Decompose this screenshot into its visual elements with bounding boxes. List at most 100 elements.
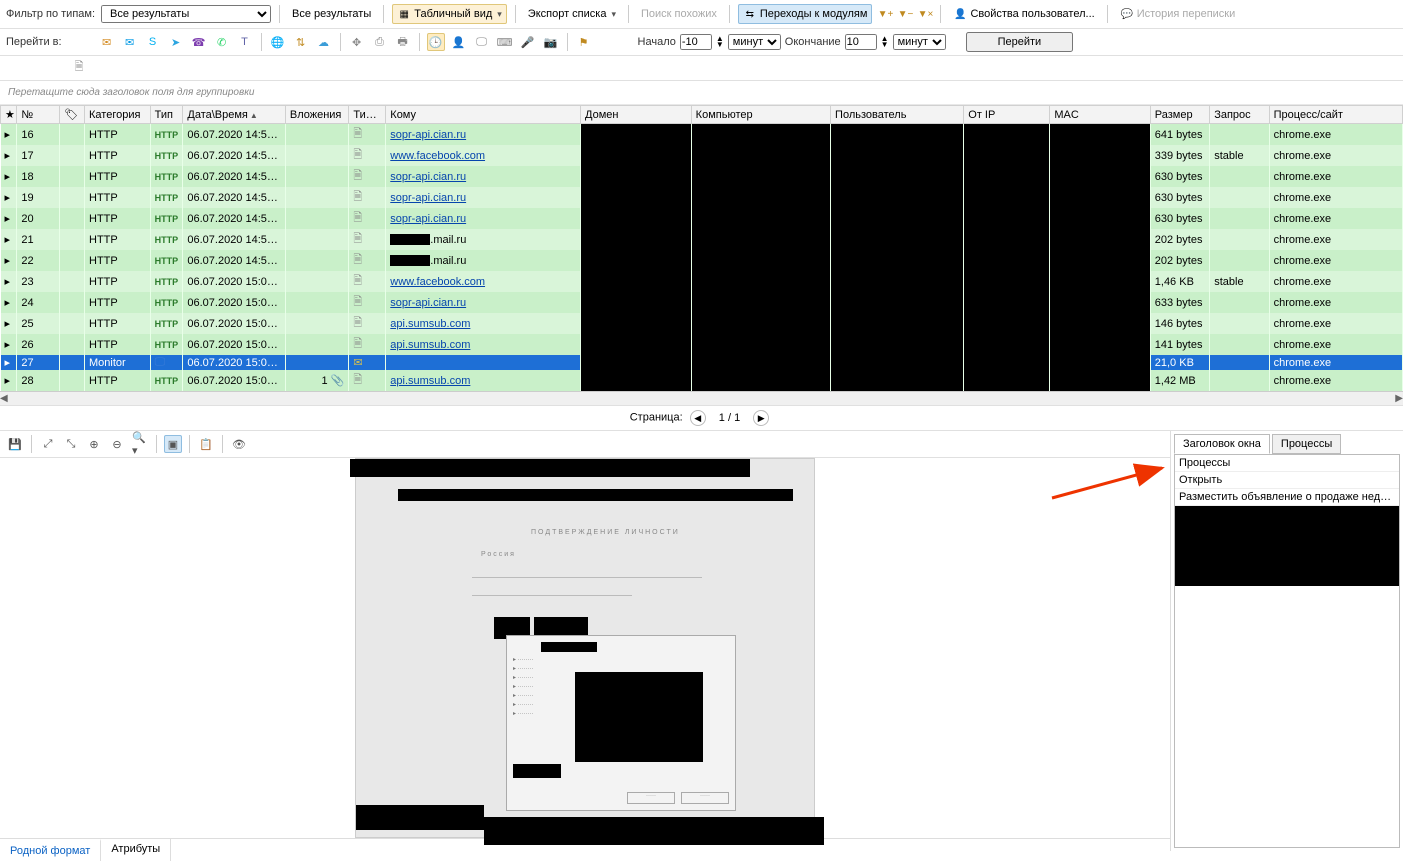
table-row[interactable]: ▸28HTTPHTTP06.07.2020 15:00:431 📎🗎api.su… xyxy=(1,370,1403,391)
tab-processes[interactable]: Процессы xyxy=(1272,434,1341,454)
zoom-dropdown-icon[interactable]: 🔍▾ xyxy=(131,435,149,453)
th-tag[interactable]: 🏷 xyxy=(60,106,85,124)
table-row[interactable]: ▸19HTTPHTTP06.07.2020 14:59:47🗎sopr-api.… xyxy=(1,187,1403,208)
skype-icon[interactable]: S xyxy=(144,33,162,51)
zoom-fit-icon[interactable]: ⤢ xyxy=(39,435,57,453)
tab-native-format[interactable]: Родной формат xyxy=(0,839,101,861)
th-fromip[interactable]: От IP xyxy=(964,106,1050,124)
tab-window-title[interactable]: Заголовок окна xyxy=(1174,434,1270,454)
th-computer[interactable]: Компьютер xyxy=(691,106,830,124)
th-mac[interactable]: MAC xyxy=(1050,106,1150,124)
table-row[interactable]: ▸27Monitor🖵06.07.2020 15:00:25✉21,0 KBch… xyxy=(1,355,1403,370)
filter-label: Фильтр по типам: xyxy=(6,8,95,20)
go-button[interactable]: Перейти xyxy=(966,32,1074,52)
th-type[interactable]: Тип xyxy=(150,106,183,124)
table-row[interactable]: ▸26HTTPHTTP06.07.2020 15:00:06🗎api.sumsu… xyxy=(1,334,1403,355)
pager-next[interactable]: ▶ xyxy=(753,410,769,426)
ftp-icon[interactable]: ⇅ xyxy=(292,33,310,51)
viber-icon[interactable]: ☎ xyxy=(190,33,208,51)
table-row[interactable]: ▸17HTTPHTTP06.07.2020 14:59:46🗎www.faceb… xyxy=(1,145,1403,166)
h-scrollbar[interactable]: ◀▶ xyxy=(0,391,1403,405)
th-star[interactable]: ★ xyxy=(1,106,17,124)
start-spinner[interactable]: ▲▼ xyxy=(716,36,724,48)
select-mode-icon[interactable]: ▣ xyxy=(164,435,182,453)
tab-attributes[interactable]: Атрибуты xyxy=(101,839,171,861)
table-row[interactable]: ▸24HTTPHTTP06.07.2020 15:00:03🗎sopr-api.… xyxy=(1,292,1403,313)
devices-icon[interactable]: ⎙ xyxy=(371,33,389,51)
right-line-post-ad[interactable]: Разместить объявление о продаже недвижим… xyxy=(1175,489,1399,506)
eye-icon[interactable]: 👁 xyxy=(230,435,248,453)
files-icon[interactable]: ✥ xyxy=(348,33,366,51)
chevron-down-icon[interactable]: ▾ xyxy=(611,9,616,20)
end-unit[interactable]: минут xyxy=(893,34,946,50)
chevron-down-icon[interactable]: ▾ xyxy=(497,9,502,20)
table-row[interactable]: ▸21HTTPHTTP06.07.2020 14:59:57🗎.mail.ru2… xyxy=(1,229,1403,250)
save-icon[interactable]: 💾 xyxy=(6,435,24,453)
th-datetime[interactable]: Дата\Время▲ xyxy=(183,106,285,124)
th-to[interactable]: Кому xyxy=(386,106,581,124)
zoom-in-icon[interactable]: ⊕ xyxy=(85,435,103,453)
print-icon[interactable]: 🖶 xyxy=(394,33,412,51)
clock-icon[interactable]: 🕒 xyxy=(427,33,445,51)
pager-prev[interactable]: ◀ xyxy=(690,410,706,426)
filter-clear-icon[interactable]: ▼× xyxy=(918,7,932,21)
start-unit[interactable]: минут xyxy=(728,34,781,50)
filter-remove-icon[interactable]: ▼− xyxy=(898,7,912,21)
sort-asc-icon: ▲ xyxy=(250,111,258,120)
th-size[interactable]: Размер xyxy=(1150,106,1209,124)
th-domain[interactable]: Домен xyxy=(581,106,692,124)
table-row[interactable]: ▸16HTTPHTTP06.07.2020 14:59:46🗎sopr-api.… xyxy=(1,124,1403,146)
telegram-icon[interactable]: ➤ xyxy=(167,33,185,51)
top-toolbar-2: Перейти в: ✉ ✉ S ➤ ☎ ✆ T 🌐 ⇅ ☁ ✥ ⎙ 🖶 🕒 👤… xyxy=(0,29,1403,56)
table-row[interactable]: ▸18HTTPHTTP06.07.2020 14:59:47🗎sopr-api.… xyxy=(1,166,1403,187)
search-similar-button: Поиск похожих xyxy=(637,6,721,22)
right-pane: Заголовок окна Процессы Процессы Открыть… xyxy=(1171,431,1403,851)
preview-body[interactable]: ПОДТВЕРЖДЕНИЕ ЛИЧНОСТИ Россия ▸ ········… xyxy=(0,458,1170,838)
camera-icon[interactable]: 📷 xyxy=(542,33,560,51)
all-results-button[interactable]: Все результаты xyxy=(288,6,375,22)
lower-area: 💾 ⤢ ⤡ ⊕ ⊖ 🔍▾ ▣ 📋 👁 ПОДТВЕРЖДЕНИЕ ЛИЧНОСТ… xyxy=(0,431,1403,851)
ocr-icon[interactable]: 🗎 xyxy=(70,58,88,76)
identity-title: ПОДТВЕРЖДЕНИЕ ЛИЧНОСТИ xyxy=(531,529,680,536)
cloud-icon[interactable]: ☁ xyxy=(315,33,333,51)
filter-add-icon[interactable]: ▼+ xyxy=(878,7,892,21)
th-attach[interactable]: Вложения xyxy=(285,106,349,124)
start-input[interactable] xyxy=(680,34,712,50)
end-label: Окончание xyxy=(785,36,841,48)
chat-icon: 💬 xyxy=(1120,7,1134,21)
mail-icon[interactable]: ✉ xyxy=(98,33,116,51)
th-request[interactable]: Запрос xyxy=(1210,106,1269,124)
table-row[interactable]: ▸20HTTPHTTP06.07.2020 14:59:48🗎sopr-api.… xyxy=(1,208,1403,229)
th-category[interactable]: Категория xyxy=(85,106,151,124)
table-row[interactable]: ▸23HTTPHTTP06.07.2020 15:00:02🗎www.faceb… xyxy=(1,271,1403,292)
table-row[interactable]: ▸22HTTPHTTP06.07.2020 14:59:57🗎.mail.ru2… xyxy=(1,250,1403,271)
keyboard-icon[interactable]: ⌨ xyxy=(496,33,514,51)
teams-icon[interactable]: T xyxy=(236,33,254,51)
user-props-button[interactable]: 👤 Свойства пользовател... xyxy=(949,5,1098,23)
filter-select[interactable]: Все результаты xyxy=(101,5,271,23)
end-input[interactable] xyxy=(845,34,877,50)
zoom-actual-icon[interactable]: ⤡ xyxy=(62,435,80,453)
th-filetype[interactable]: Тип фа xyxy=(349,106,386,124)
end-spinner[interactable]: ▲▼ xyxy=(881,36,889,48)
zoom-out-icon[interactable]: ⊖ xyxy=(108,435,126,453)
module-nav-button[interactable]: ⇆ Переходы к модулям xyxy=(738,4,873,24)
web-icon[interactable]: 🌐 xyxy=(269,33,287,51)
export-list-button[interactable]: Экспорт списка ▾ xyxy=(524,6,620,22)
preview-pane: 💾 ⤢ ⤡ ⊕ ⊖ 🔍▾ ▣ 📋 👁 ПОДТВЕРЖДЕНИЕ ЛИЧНОСТ… xyxy=(0,431,1171,851)
im-icon[interactable]: ✉ xyxy=(121,33,139,51)
flag-icon[interactable]: ⚑ xyxy=(575,33,593,51)
th-num[interactable]: № xyxy=(17,106,60,124)
table-view-button[interactable]: ▦ Табличный вид ▾ xyxy=(392,4,507,24)
whatsapp-icon[interactable]: ✆ xyxy=(213,33,231,51)
th-user[interactable]: Пользователь xyxy=(831,106,964,124)
table-row[interactable]: ▸25HTTPHTTP06.07.2020 15:00:05🗎api.sumsu… xyxy=(1,313,1403,334)
right-line-open[interactable]: Открыть xyxy=(1175,472,1399,489)
mic-icon[interactable]: 🎤 xyxy=(519,33,537,51)
user-icon[interactable]: 👤 xyxy=(450,33,468,51)
copy-icon[interactable]: 📋 xyxy=(197,435,215,453)
right-line-processes[interactable]: Процессы xyxy=(1175,455,1399,472)
monitor-icon[interactable]: 🖵 xyxy=(473,33,491,51)
th-process[interactable]: Процесс/сайт xyxy=(1269,106,1402,124)
results-table: ★ № 🏷 Категория Тип Дата\Время▲ Вложения… xyxy=(0,105,1403,391)
